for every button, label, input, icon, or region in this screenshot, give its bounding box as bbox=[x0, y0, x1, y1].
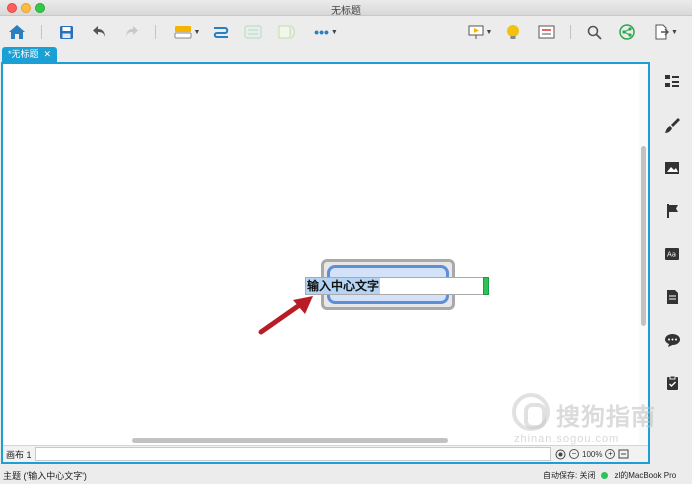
chevron-down-icon: ▼ bbox=[330, 28, 338, 36]
ellipsis-icon: ••• bbox=[314, 24, 329, 40]
toolbar-separator bbox=[570, 25, 571, 39]
svg-text:Aa: Aa bbox=[667, 251, 676, 259]
image-icon[interactable] bbox=[662, 158, 682, 178]
style-brush-icon[interactable] bbox=[662, 115, 682, 135]
save-icon[interactable] bbox=[56, 21, 76, 43]
home-icon[interactable] bbox=[6, 21, 28, 43]
horizontal-scroll-thumb[interactable] bbox=[132, 438, 448, 443]
boundary-icon bbox=[242, 21, 264, 43]
editor-resize-handle[interactable] bbox=[483, 277, 489, 295]
window-title: 无标题 bbox=[331, 6, 361, 17]
insert-topic-icon[interactable]: ▼ bbox=[171, 21, 203, 43]
zoom-in-button[interactable]: + bbox=[605, 449, 616, 459]
pointer-arrow-icon bbox=[258, 296, 313, 335]
share-icon[interactable] bbox=[617, 21, 637, 43]
summary-icon bbox=[276, 21, 298, 43]
more-icon[interactable]: ••• ▼ bbox=[310, 21, 342, 43]
marker-flag-icon[interactable] bbox=[662, 201, 682, 221]
tab-label: *无标题 bbox=[8, 49, 39, 59]
toolbar-separator bbox=[155, 25, 156, 39]
tab-bar: *无标题 ✕ bbox=[0, 47, 692, 62]
horizontal-scrollbar[interactable] bbox=[3, 436, 639, 445]
editor-frame: 输入中心文字 画布 1 − 100% + bbox=[1, 62, 650, 464]
fit-map-icon[interactable] bbox=[618, 449, 629, 459]
sheet-tab-strip bbox=[35, 447, 551, 461]
toolbar: ▼ ••• ▼ ▼ ▼ bbox=[0, 16, 692, 47]
chevron-down-icon: ▼ bbox=[671, 28, 678, 36]
notes-icon[interactable] bbox=[662, 287, 682, 307]
close-tab-icon[interactable]: ✕ bbox=[44, 47, 52, 62]
view-mode-icon[interactable] bbox=[555, 449, 566, 460]
export-icon[interactable]: ▼ bbox=[650, 21, 682, 43]
undo-icon[interactable] bbox=[89, 21, 109, 43]
task-clipboard-icon[interactable] bbox=[662, 373, 682, 393]
status-right: 自动保存: 关闭 zl的MacBook Pro bbox=[543, 470, 676, 481]
relationship-icon[interactable] bbox=[210, 21, 232, 43]
zoom-level[interactable]: 100% bbox=[582, 450, 602, 459]
toolbar-separator bbox=[41, 25, 42, 39]
user-name: zl的MacBook Pro bbox=[614, 471, 677, 480]
vertical-scrollbar[interactable] bbox=[639, 66, 648, 444]
vertical-scroll-thumb[interactable] bbox=[641, 146, 646, 326]
chevron-down-icon: ▼ bbox=[193, 28, 201, 36]
comments-icon[interactable] bbox=[662, 330, 682, 350]
presentation-icon[interactable]: ▼ bbox=[464, 21, 496, 43]
format-outline-icon[interactable] bbox=[662, 72, 682, 92]
tab-untitled[interactable]: *无标题 ✕ bbox=[2, 47, 58, 62]
topic-text-editor[interactable]: 输入中心文字 bbox=[305, 277, 489, 295]
zoom-controls: − 100% + bbox=[555, 447, 629, 461]
right-sidebar: Aa bbox=[652, 62, 692, 464]
chevron-down-icon: ▼ bbox=[485, 28, 493, 36]
search-icon[interactable] bbox=[584, 21, 604, 43]
sheet-bar: 画布 1 − 100% + bbox=[3, 445, 648, 462]
title-bar: 无标题 bbox=[0, 0, 692, 17]
topic-text-selection: 输入中心文字 bbox=[306, 278, 381, 294]
status-bar: 主题 ('输入中心文字') 自动保存: 关闭 zl的MacBook Pro bbox=[0, 466, 692, 484]
sheet-tab[interactable]: 画布 1 bbox=[6, 448, 32, 461]
autosave-status[interactable]: 自动保存: 关闭 bbox=[543, 470, 595, 481]
text-format-icon[interactable]: Aa bbox=[662, 244, 682, 264]
online-status-icon bbox=[601, 472, 609, 479]
idea-lightbulb-icon[interactable] bbox=[503, 21, 523, 43]
zoom-out-button[interactable]: − bbox=[569, 449, 579, 459]
selection-status: 主题 ('输入中心文字') bbox=[3, 471, 87, 481]
redo-icon[interactable] bbox=[121, 21, 141, 43]
mindmap-canvas[interactable]: 输入中心文字 bbox=[3, 64, 648, 445]
outliner-icon[interactable] bbox=[535, 21, 557, 43]
